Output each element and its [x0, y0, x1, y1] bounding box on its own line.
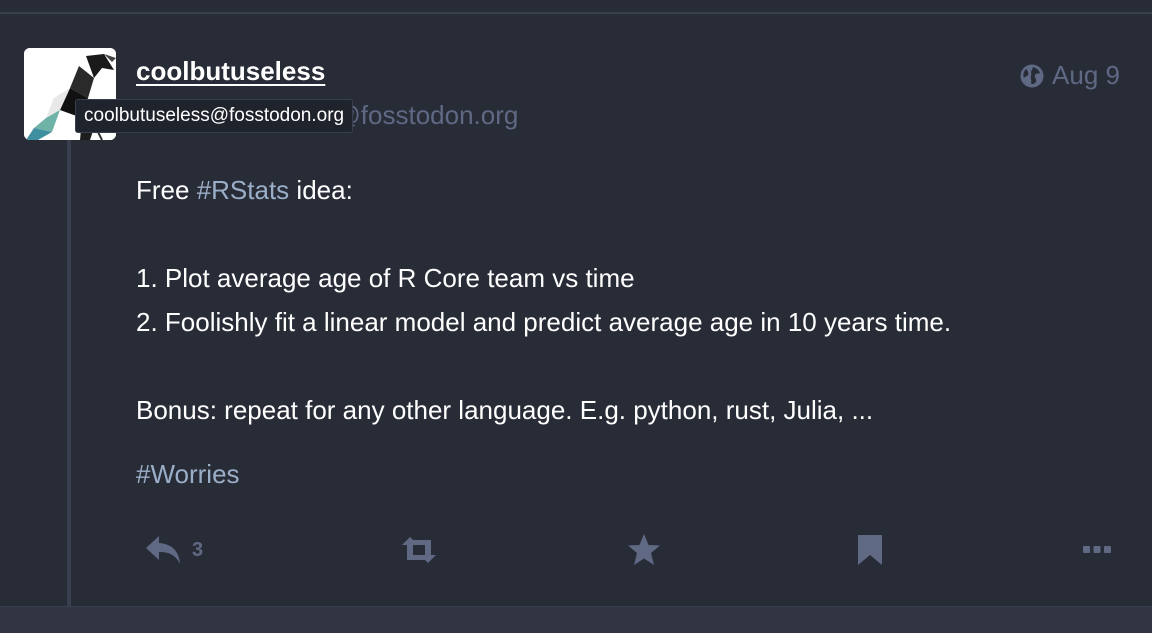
- intro-prefix: Free: [136, 175, 197, 205]
- display-name[interactable]: coolbutuseless: [136, 56, 325, 87]
- star-icon: [626, 533, 662, 567]
- globe-icon: [1020, 64, 1044, 88]
- account-tooltip: coolbutuseless@fosstodon.org: [75, 99, 354, 133]
- top-divider: [0, 12, 1152, 14]
- reply-icon: [144, 533, 182, 567]
- boost-icon: [398, 535, 440, 565]
- timestamp-text: Aug 9: [1052, 60, 1120, 90]
- more-button[interactable]: [1082, 530, 1112, 570]
- bookmark-button[interactable]: [856, 530, 884, 570]
- hashtag-rstats[interactable]: #RStats: [197, 175, 290, 205]
- boost-button[interactable]: [398, 530, 440, 570]
- post-content: Free #RStats idea: 1. Plot average age o…: [136, 168, 1126, 432]
- bookmark-icon: [856, 533, 884, 567]
- reply-count: 3: [192, 538, 204, 561]
- ellipsis-icon: [1082, 544, 1112, 556]
- favourite-button[interactable]: [626, 530, 662, 570]
- reply-button[interactable]: 3: [144, 530, 203, 570]
- hashtag-worries[interactable]: #Worries: [136, 459, 240, 490]
- thread-line: [67, 140, 71, 606]
- content-bonus: Bonus: repeat for any other language. E.…: [136, 395, 874, 425]
- bottom-bar: [0, 606, 1152, 633]
- content-item-1: 1. Plot average age of R Core team vs ti…: [136, 263, 635, 293]
- content-line-intro: Free #RStats idea:: [136, 168, 1126, 212]
- intro-suffix: idea:: [289, 175, 353, 205]
- post-timestamp[interactable]: Aug 9: [1020, 60, 1120, 91]
- content-item-2: 2. Foolishly fit a linear model and pred…: [136, 307, 952, 337]
- action-bar: 3: [136, 530, 1126, 570]
